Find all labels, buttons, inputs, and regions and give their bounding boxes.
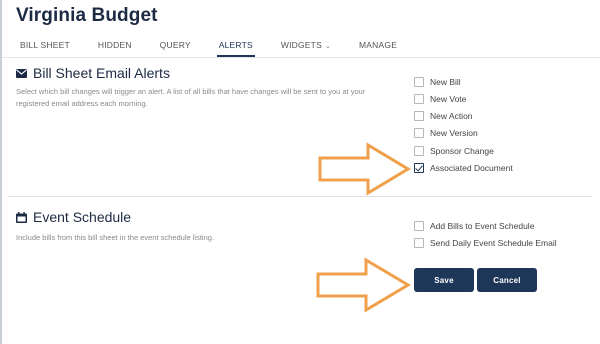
- tab-label: QUERY: [159, 40, 191, 50]
- tab-label: WIDGETS: [280, 40, 322, 50]
- chevron-down-icon: ⌄: [324, 43, 332, 50]
- tab-bar: BILL SHEET HIDDEN QUERY ALERTS WIDGETS ⌄ …: [6, 37, 411, 57]
- option-label: Add Bills to Event Schedule: [430, 221, 535, 231]
- checkbox[interactable]: [414, 221, 424, 231]
- tab-bill-sheet[interactable]: BILL SHEET: [6, 37, 84, 57]
- checkbox[interactable]: [414, 238, 424, 248]
- event-section-description: Include bills from this bill sheet in th…: [16, 233, 215, 242]
- option-new-action[interactable]: New Action: [414, 109, 473, 123]
- page-title: Virginia Budget: [16, 5, 158, 26]
- option-new-version[interactable]: New Version: [414, 126, 478, 140]
- annotation-arrow-icon: [318, 142, 411, 196]
- envelope-icon: [16, 68, 27, 79]
- alerts-section-description: Select which bill changes will trigger a…: [16, 87, 366, 108]
- tab-hidden[interactable]: HIDDEN: [84, 37, 146, 57]
- tab-label: MANAGE: [359, 40, 398, 50]
- option-associated-document[interactable]: Associated Document: [414, 161, 513, 175]
- cancel-button[interactable]: Cancel: [477, 268, 537, 292]
- tab-bar-divider: [2, 57, 600, 58]
- checkbox[interactable]: [414, 94, 424, 104]
- option-label: New Bill: [430, 77, 461, 87]
- option-new-vote[interactable]: New Vote: [414, 92, 466, 106]
- option-new-bill[interactable]: New Bill: [414, 75, 461, 89]
- checkbox[interactable]: [414, 111, 424, 121]
- save-button[interactable]: Save: [414, 268, 474, 292]
- alerts-section-header: Bill Sheet Email Alerts: [16, 65, 170, 81]
- checkbox[interactable]: [414, 128, 424, 138]
- tab-widgets[interactable]: WIDGETS ⌄: [267, 37, 345, 57]
- option-sponsor-change[interactable]: Sponsor Change: [414, 144, 494, 158]
- option-label: New Action: [430, 111, 473, 121]
- event-section-header: Event Schedule: [16, 209, 131, 225]
- option-label: Associated Document: [430, 163, 513, 173]
- checkbox-checked[interactable]: [414, 163, 424, 173]
- option-label: Sponsor Change: [430, 146, 494, 156]
- tab-label: BILL SHEET: [20, 40, 70, 50]
- tab-label: HIDDEN: [97, 40, 132, 50]
- tab-query[interactable]: QUERY: [146, 37, 205, 57]
- tab-manage[interactable]: MANAGE: [345, 37, 411, 57]
- window-border: [0, 0, 2, 344]
- option-send-daily-event-schedule-email[interactable]: Send Daily Event Schedule Email: [414, 236, 557, 250]
- annotation-arrow-icon: [316, 257, 411, 313]
- option-label: Send Daily Event Schedule Email: [430, 238, 557, 248]
- option-label: New Vote: [430, 94, 467, 104]
- tab-alerts[interactable]: ALERTS: [205, 37, 267, 57]
- alerts-section-title: Bill Sheet Email Alerts: [33, 65, 170, 81]
- option-label: New Version: [430, 128, 478, 138]
- section-divider: [8, 196, 592, 197]
- event-section-title: Event Schedule: [33, 209, 132, 225]
- checkbox[interactable]: [414, 77, 424, 87]
- calendar-icon: [16, 211, 27, 223]
- option-add-bills-to-event-schedule[interactable]: Add Bills to Event Schedule: [414, 219, 534, 233]
- tab-label: ALERTS: [218, 40, 253, 50]
- checkbox[interactable]: [414, 146, 424, 156]
